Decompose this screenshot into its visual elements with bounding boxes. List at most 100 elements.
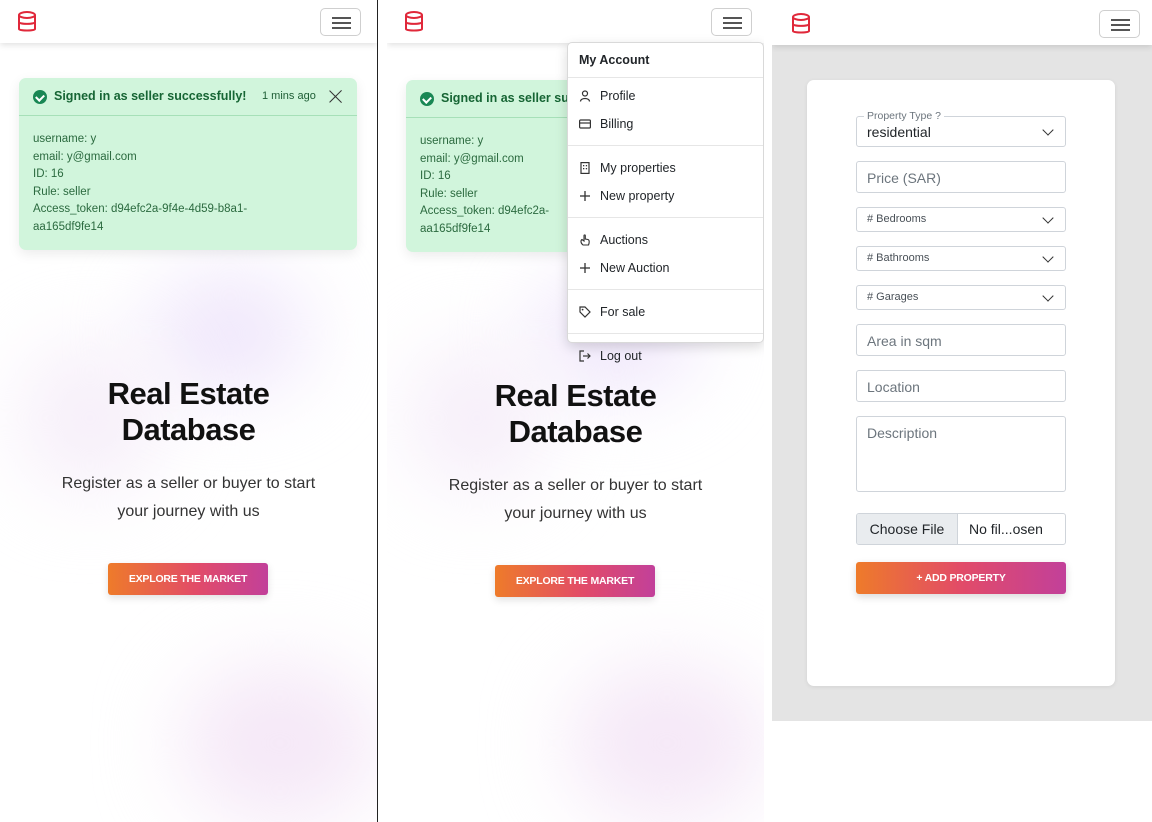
menu-item-billing[interactable]: Billing (568, 110, 763, 138)
building-icon (580, 162, 590, 174)
explore-market-button[interactable]: EXPLORE THE MARKET (495, 565, 655, 597)
hamburger-line (1111, 24, 1130, 26)
menu-toggle-button[interactable] (1099, 10, 1140, 38)
title-line: Real Estate (107, 376, 270, 411)
logout-icon (579, 350, 591, 362)
menu-item-profile[interactable]: Profile (568, 82, 763, 110)
page-title: Real Estate Database (0, 376, 377, 448)
file-input[interactable]: Choose File No fil...osen (856, 513, 1066, 545)
dropdown-divider (568, 138, 763, 146)
toast-line: Rule: seller (33, 185, 91, 198)
chevron-down-icon (1042, 212, 1054, 224)
menu-item-new-property[interactable]: New property (568, 182, 763, 210)
hero-subtitle: Register as a seller or buyer to start y… (40, 470, 337, 526)
title-line: Database (508, 414, 643, 449)
title-line: Database (121, 412, 256, 447)
add-property-form: Property Type ? residential Price (SAR) … (807, 80, 1115, 686)
chevron-down-icon (1042, 124, 1054, 136)
hand-icon (580, 234, 590, 246)
chevron-down-icon (1042, 290, 1054, 302)
menu-item-new-auction[interactable]: New Auction (568, 254, 763, 282)
bathrooms-select[interactable]: # Bathrooms (856, 246, 1066, 271)
property-type-value: residential (867, 124, 931, 140)
choose-file-button[interactable]: Choose File (857, 514, 958, 544)
toast-line: ID: 16 (33, 168, 64, 180)
property-type-label: Property Type ? (864, 110, 944, 122)
toast-line: email: y@gmail.com (33, 150, 137, 163)
location-placeholder: Location (867, 379, 920, 395)
dropdown-divider (568, 210, 763, 218)
dropdown-divider (568, 282, 763, 290)
subtitle-line: your journey with us (504, 505, 647, 522)
hamburger-icon (332, 17, 351, 19)
close-icon[interactable] (328, 89, 343, 104)
menu-item-label: Auctions (600, 233, 648, 247)
area-input[interactable]: Area in sqm (856, 324, 1066, 356)
add-property-button[interactable]: + ADD PROPERTY (856, 562, 1066, 594)
toast-title: Signed in as seller successfully! (54, 89, 247, 103)
screen-add-property: Property Type ? residential Price (SAR) … (772, 0, 1152, 822)
page-title: Real Estate Database (387, 378, 764, 450)
hamburger-line (723, 22, 742, 24)
bathrooms-placeholder: # Bathrooms (867, 252, 930, 264)
explore-market-button[interactable]: EXPLORE THE MARKET (108, 563, 268, 595)
menu-item-logout[interactable]: Log out (568, 342, 763, 370)
bedrooms-select[interactable]: # Bedrooms (856, 207, 1066, 232)
screen-home-menu-open: Signed in as seller su username: y email… (387, 0, 764, 822)
area-placeholder: Area in sqm (867, 333, 942, 349)
hamburger-line (332, 22, 351, 24)
hamburger-line (1111, 29, 1130, 31)
menu-item-for-sale[interactable]: For sale (568, 298, 763, 326)
account-dropdown-menu: My Account Profile Billing My properties… (567, 42, 764, 363)
title-line: Real Estate (494, 378, 657, 413)
toast-header: Signed in as seller successfully! 1 mins… (19, 78, 357, 116)
bedrooms-placeholder: # Bedrooms (867, 213, 927, 225)
dropdown-divider (568, 326, 763, 334)
menu-item-auctions[interactable]: Auctions (568, 226, 763, 254)
hamburger-line (723, 27, 742, 29)
property-type-select[interactable]: Property Type ? residential (856, 110, 1066, 147)
chevron-down-icon (1042, 251, 1054, 263)
price-placeholder: Price (SAR) (867, 170, 941, 186)
check-circle-icon (420, 92, 434, 106)
menu-item-label: My properties (600, 161, 676, 175)
plus-icon (580, 191, 590, 201)
menu-item-my-properties[interactable]: My properties (568, 154, 763, 182)
dropdown-header: My Account (568, 43, 763, 78)
database-icon[interactable] (791, 13, 811, 35)
toast-line: username: y (33, 133, 97, 145)
check-circle-icon (33, 90, 47, 104)
user-icon (579, 90, 591, 102)
navbar (0, 0, 377, 43)
navbar (387, 0, 764, 43)
menu-item-label: Profile (600, 89, 636, 103)
database-icon[interactable] (17, 11, 37, 33)
menu-item-label: Billing (600, 117, 634, 131)
menu-item-label: Log out (600, 349, 642, 363)
toast-timestamp: 1 mins ago (262, 90, 316, 102)
subtitle-line: your journey with us (117, 503, 260, 520)
subtitle-line: Register as a seller or buyer to start (448, 477, 703, 494)
hero-subtitle: Register as a seller or buyer to start y… (427, 472, 724, 528)
navbar (772, 0, 1152, 45)
location-input[interactable]: Location (856, 370, 1066, 402)
database-icon[interactable] (404, 11, 424, 33)
hamburger-icon (1111, 19, 1130, 21)
credit-card-icon (579, 119, 591, 129)
hamburger-line (332, 27, 351, 29)
toast-body: username: y email: y@gmail.com ID: 16 Ru… (19, 116, 357, 236)
menu-toggle-button[interactable] (711, 8, 752, 36)
menu-item-label: New property (600, 189, 675, 203)
menu-toggle-button[interactable] (320, 8, 361, 36)
toast-line: Access_token: d94efc2a-9f4e-4d59-b8a1- (33, 203, 248, 215)
price-input[interactable]: Price (SAR) (856, 161, 1066, 193)
toast-title: Signed in as seller su (441, 91, 569, 105)
garages-select[interactable]: # Garages (856, 285, 1066, 310)
menu-item-label: For sale (600, 305, 646, 319)
description-textarea[interactable]: Description (856, 416, 1066, 492)
screen-home-signed-in: Signed in as seller successfully! 1 mins… (0, 0, 378, 822)
menu-item-label: New Auction (600, 261, 670, 275)
file-status: No fil...osen (969, 521, 1043, 537)
description-placeholder: Description (867, 425, 938, 441)
hamburger-icon (723, 17, 742, 19)
